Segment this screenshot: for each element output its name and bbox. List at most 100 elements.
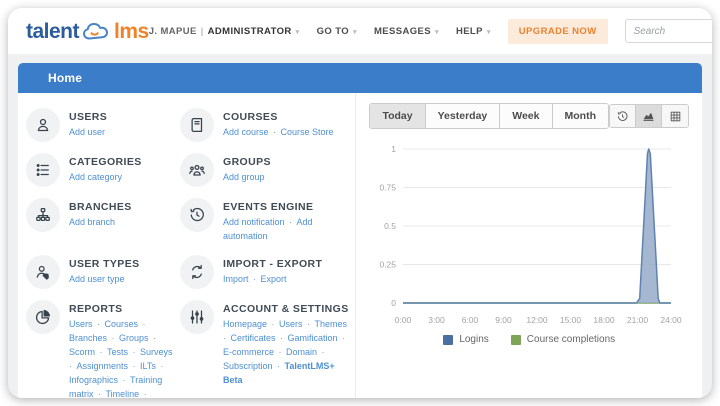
menu-item-title-import-export[interactable]: IMPORT - EXPORT <box>223 258 322 270</box>
link-separator: · <box>223 332 229 343</box>
svg-text:12:00: 12:00 <box>527 315 549 325</box>
menu-link-add-group[interactable]: Add group <box>223 172 265 182</box>
chart-toolbar: Today Yesterday Week Month <box>369 103 689 129</box>
menu-item-title-account-settings[interactable]: ACCOUNT & SETTINGS <box>223 303 351 315</box>
link-separator: · <box>130 360 139 371</box>
nav-messages-menu[interactable]: MESSAGES ▾ <box>374 26 439 37</box>
nav-help-menu[interactable]: HELP ▾ <box>456 26 491 37</box>
menu-link-groups[interactable]: Groups <box>119 333 149 343</box>
chevron-down-icon: ▾ <box>486 29 491 36</box>
menu-link-add-category[interactable]: Add category <box>69 172 122 182</box>
link-separator: · <box>286 217 295 227</box>
menu-link-surveys[interactable]: Surveys <box>140 347 173 357</box>
menu-link-add-user[interactable]: Add user <box>69 127 105 137</box>
menu-item-title-users[interactable]: USERS <box>69 111 107 123</box>
menu-item-courses: COURSES Add course · Course Store <box>180 108 351 142</box>
nav-goto-menu[interactable]: GO TO ▾ <box>317 26 357 37</box>
menu-link-course-store[interactable]: Course Store <box>281 127 334 137</box>
search-input[interactable] <box>624 19 712 43</box>
menu-link-export[interactable]: Export <box>261 274 287 284</box>
menu-link-courses[interactable]: Courses <box>105 319 139 329</box>
link-separator: · <box>270 127 279 137</box>
area-chart-view-icon[interactable] <box>636 105 662 127</box>
menu-link-gamification[interactable]: Gamification <box>288 333 338 343</box>
svg-text:1: 1 <box>392 144 397 154</box>
legend-label: Logins <box>459 334 489 345</box>
talentlms-logo[interactable]: talent lms <box>26 20 149 42</box>
history-icon <box>180 198 214 232</box>
menu-link-assignments[interactable]: Assignments <box>77 361 129 371</box>
link-separator: · <box>141 388 147 398</box>
menu-item-title-user-types[interactable]: USER TYPES <box>69 258 140 270</box>
menu-link-add-notification[interactable]: Add notification <box>223 217 285 227</box>
history-view-icon[interactable] <box>610 105 636 127</box>
user-tag-icon <box>26 254 60 289</box>
svg-text:21:00: 21:00 <box>627 315 649 325</box>
nav-user-role: ADMINISTRATOR <box>207 25 292 37</box>
chart-legend: Logins Course completions <box>369 334 689 345</box>
svg-text:15:00: 15:00 <box>560 315 582 325</box>
menu-link-certificates[interactable]: Certificates <box>231 333 276 343</box>
legend-label: Course completions <box>526 334 616 345</box>
menu-item-title-courses[interactable]: COURSES <box>223 111 334 123</box>
menu-item-account-settings: ACCOUNT & SETTINGS Homepage · Users · The… <box>180 299 351 398</box>
tab-yesterday[interactable]: Yesterday <box>425 104 501 128</box>
link-separator: · <box>69 360 75 371</box>
tab-month[interactable]: Month <box>552 104 608 128</box>
nav-goto-label: GO TO <box>316 25 350 37</box>
tab-today[interactable]: Today <box>370 104 426 128</box>
menu-link-infographics[interactable]: Infographics <box>69 375 118 385</box>
menu-item-text: REPORTS Users · Courses · Branches · Grou… <box>69 300 178 398</box>
menu-item-links: Add category <box>69 171 142 185</box>
menu-item-title-categories[interactable]: CATEGORIES <box>69 156 142 168</box>
menu-link-themes[interactable]: Themes <box>315 319 348 329</box>
menu-link-homepage[interactable]: Homepage <box>223 319 267 329</box>
upgrade-now-button[interactable]: UPGRADE NOW <box>507 18 608 44</box>
menu-item-text: USERS Add user <box>69 108 107 140</box>
menu-link-domain[interactable]: Domain <box>286 347 317 357</box>
menu-item-title-reports[interactable]: REPORTS <box>69 303 178 315</box>
logo-text-talent: talent <box>26 20 80 43</box>
menu-link-import[interactable]: Import <box>223 274 249 284</box>
menu-link-e-commerce[interactable]: E-commerce <box>223 347 274 357</box>
time-range-tabs: Today Yesterday Week Month <box>369 103 609 129</box>
menu-link-branches[interactable]: Branches <box>69 333 107 343</box>
menu-item-title-events-engine[interactable]: EVENTS ENGINE <box>223 201 351 213</box>
legend-swatch <box>510 334 521 345</box>
page-body: Home USERS Add user COURSES Add course · Co… <box>8 54 712 398</box>
link-separator: · <box>250 273 259 284</box>
menu-link-tests[interactable]: Tests <box>107 347 128 357</box>
menu-link-users[interactable]: Users <box>279 319 303 329</box>
link-separator: · <box>157 360 164 371</box>
menu-link-users[interactable]: Users <box>69 319 93 329</box>
menu-item-title-groups[interactable]: GROUPS <box>223 156 271 168</box>
tab-week[interactable]: Week <box>500 104 553 128</box>
grid-view-icon[interactable] <box>662 105 688 127</box>
panel-content: USERS Add user COURSES Add course · Course … <box>18 93 702 398</box>
top-nav: J. MAPUE | ADMINISTRATOR ▾ GO TO ▾ MESSA… <box>149 18 712 44</box>
menu-link-timeline[interactable]: Timeline <box>106 389 140 398</box>
menu-item-reports: REPORTS Users · Courses · Branches · Grou… <box>26 299 178 398</box>
menu-link-add-course[interactable]: Add course <box>223 127 269 137</box>
admin-menu: USERS Add user COURSES Add course · Course … <box>18 93 355 398</box>
svg-text:0.25: 0.25 <box>380 260 397 270</box>
link-separator: · <box>277 332 286 343</box>
menu-link-add-branch[interactable]: Add branch <box>69 217 115 227</box>
nav-user-name: J. MAPUE <box>148 25 197 37</box>
menu-link-add-user-type[interactable]: Add user type <box>69 274 125 284</box>
menu-link-subscription[interactable]: Subscription <box>223 361 273 371</box>
menu-link-scorm[interactable]: Scorm <box>69 347 95 357</box>
chevron-down-icon: ▾ <box>435 29 439 36</box>
menu-item-links: Add user type <box>69 273 140 287</box>
menu-item-links: Import · Export <box>223 273 322 287</box>
svg-text:3:00: 3:00 <box>428 315 445 325</box>
menu-link-ilts[interactable]: ILTs <box>140 361 156 371</box>
view-toggle-buttons <box>609 104 689 128</box>
menu-item-text: ACCOUNT & SETTINGS Homepage · Users · The… <box>223 300 351 388</box>
menu-item-text: GROUPS Add group <box>223 153 271 185</box>
top-header: talent lms J. MAPUE | ADMINISTRATOR ▾ GO… <box>8 8 712 54</box>
menu-item-title-branches[interactable]: BRANCHES <box>69 201 132 213</box>
link-separator: · <box>95 388 104 398</box>
svg-text:24:00: 24:00 <box>661 315 683 325</box>
nav-user-menu[interactable]: J. MAPUE | ADMINISTRATOR ▾ <box>149 26 300 37</box>
